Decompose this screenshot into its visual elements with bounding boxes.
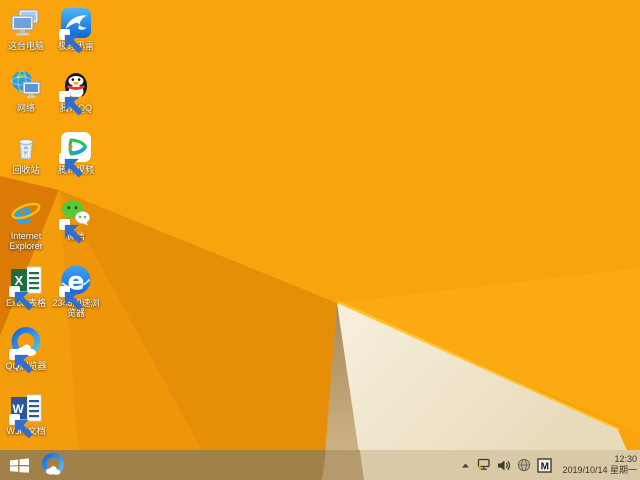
shortcut-arrow-icon bbox=[9, 349, 33, 374]
tencent-qq-icon bbox=[59, 69, 92, 116]
desktop-icon-internet-explorer[interactable]: e Internet Explorer bbox=[0, 197, 52, 251]
icon-label: 网络 bbox=[16, 103, 35, 113]
svg-text:M: M bbox=[541, 461, 549, 472]
this-pc-icon bbox=[10, 7, 42, 39]
start-button[interactable] bbox=[4, 450, 34, 480]
icon-label: 回收站 bbox=[12, 165, 40, 175]
shortcut-arrow-icon bbox=[9, 414, 33, 439]
desktop-icon-recycle-bin[interactable]: 回收站 bbox=[0, 131, 52, 175]
qq-browser-icon bbox=[9, 327, 42, 374]
svg-text:e: e bbox=[13, 197, 33, 229]
desktop-icon-tencent-video[interactable]: 腾讯视频 bbox=[50, 131, 102, 178]
desktop-icon-thunder-speed[interactable]: 极速迅雷 bbox=[50, 7, 102, 54]
volume-icon[interactable] bbox=[497, 459, 511, 472]
desktop-icon-network[interactable]: 网络 bbox=[0, 69, 52, 113]
shortcut-arrow-icon bbox=[9, 286, 33, 311]
desktop-icon-word[interactable]: W Word文档 bbox=[0, 392, 52, 439]
system-tray: M 12:30 2019/10/14 星期一 bbox=[461, 450, 637, 480]
thunder-speed-icon bbox=[59, 7, 92, 54]
2345-browser-icon: e bbox=[59, 264, 92, 311]
clock-time: 12:30 bbox=[614, 454, 637, 464]
word-icon: W bbox=[9, 392, 42, 439]
shortcut-arrow-icon bbox=[59, 29, 83, 54]
desktop-icon-this-pc[interactable]: 这台电脑 bbox=[0, 7, 52, 51]
icon-label: 这台电脑 bbox=[7, 41, 44, 51]
excel-icon: X bbox=[9, 264, 42, 311]
taskbar: M 12:30 2019/10/14 星期一 bbox=[0, 450, 640, 480]
clock-date: 2019/10/14 星期一 bbox=[562, 465, 637, 475]
desktop-icon-wechat[interactable]: 微信 bbox=[50, 197, 102, 244]
windows-logo-icon bbox=[9, 457, 29, 473]
desktop-icon-tencent-qq[interactable]: 腾讯QQ bbox=[50, 69, 102, 116]
ime-mode-badge[interactable]: M bbox=[537, 457, 553, 473]
desktop-icon-2345-browser[interactable]: e 2345加速浏 览器 bbox=[50, 264, 102, 318]
icon-label: Internet Explorer bbox=[9, 231, 43, 251]
tray-clock[interactable]: 12:30 2019/10/14 星期一 bbox=[562, 454, 637, 476]
desktop-icon-qq-browser[interactable]: QQ浏览器 bbox=[0, 327, 52, 374]
wechat-icon bbox=[59, 197, 92, 244]
shortcut-arrow-icon bbox=[59, 91, 83, 116]
shortcut-arrow-icon bbox=[59, 219, 83, 244]
shortcut-arrow-icon bbox=[59, 286, 83, 311]
desktop-icon-excel[interactable]: X Excel表格 bbox=[0, 264, 52, 311]
network-status-warning-icon[interactable] bbox=[476, 458, 491, 472]
recycle-bin-icon bbox=[10, 131, 42, 163]
qq-browser-icon bbox=[42, 453, 64, 475]
taskbar-pinned-qq-browser[interactable] bbox=[38, 450, 68, 480]
network-icon bbox=[10, 69, 42, 101]
shortcut-arrow-icon bbox=[59, 153, 83, 178]
input-sphere-icon[interactable] bbox=[517, 458, 531, 472]
internet-explorer-icon: e bbox=[10, 197, 42, 229]
tencent-video-icon bbox=[59, 131, 92, 178]
hidden-icons-chevron[interactable] bbox=[461, 462, 470, 469]
